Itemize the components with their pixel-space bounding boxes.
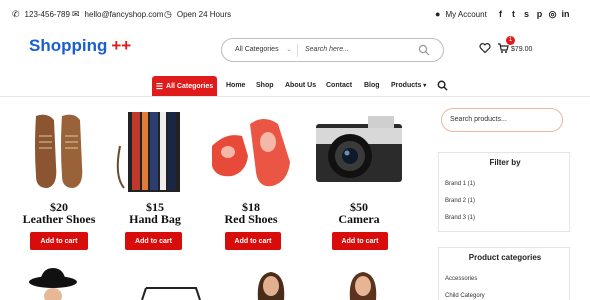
opening-hours: ◷ Open 24 Hours [164, 9, 232, 20]
email-contact[interactable]: ✉ hello@fancyshop.com [72, 9, 164, 20]
menu-icon: ☰ [155, 81, 164, 91]
top-bar: ✆ 123-456-789 ✉ hello@fancyshop.com ◷ Op… [0, 0, 590, 30]
skype-icon[interactable]: s [520, 9, 533, 20]
product-image-leather-shoes[interactable] [14, 106, 104, 196]
logo-text: Shopping [29, 36, 108, 55]
add-to-cart-button[interactable]: Add to cart [30, 232, 88, 250]
nav-link-products[interactable]: Products ▾ [391, 82, 426, 89]
product-image-model[interactable] [254, 270, 288, 300]
filter-by-title: Filter by [489, 158, 521, 167]
nav-link-blog[interactable]: Blog [364, 82, 380, 89]
phone-icon: ✆ [12, 9, 20, 19]
nav-link-about-us[interactable]: About Us [285, 82, 316, 89]
nav-link-contact[interactable]: Contact [326, 82, 352, 89]
envelope-icon: ✉ [72, 9, 80, 19]
hours-text: Open 24 Hours [176, 10, 232, 19]
linkedin-icon[interactable]: in [559, 9, 572, 20]
search-icon[interactable] [437, 80, 448, 91]
product-categories-panel: Product categories Accessories Child Cat… [438, 247, 570, 300]
product-name[interactable]: Red Shoes [206, 212, 296, 227]
search-icon[interactable] [418, 44, 430, 56]
cart-count-badge: 1 [506, 36, 515, 45]
search-input[interactable]: Search here... [305, 46, 349, 53]
twitter-icon[interactable]: t [507, 9, 520, 20]
product-image-camera[interactable] [314, 106, 404, 196]
category-item-child-category[interactable]: Child Category [445, 293, 485, 299]
instagram-icon[interactable]: ◎ [546, 9, 559, 20]
nav-link-home[interactable]: Home [226, 82, 245, 89]
phone-number: 123-456-789 [24, 10, 70, 19]
all-categories-label: All Categories [166, 82, 214, 90]
category-item-accessories[interactable]: Accessories [445, 276, 477, 282]
nav-link-shop[interactable]: Shop [256, 82, 274, 89]
cart-total[interactable]: $79.00 [511, 46, 532, 53]
add-to-cart-button[interactable]: Add to cart [225, 232, 281, 250]
search-divider [297, 44, 298, 57]
chevron-down-icon: ▾ [423, 83, 427, 89]
product-name[interactable]: Leather Shoes [14, 212, 104, 227]
site-logo[interactable]: Shopping ++ [29, 36, 131, 56]
pinterest-icon[interactable]: p [533, 9, 546, 20]
my-account-link[interactable]: ● My Account [435, 9, 487, 20]
product-image-red-shoes[interactable] [206, 106, 296, 196]
filter-item-brand-1[interactable]: Brand 1 (1) [445, 181, 475, 187]
logo-suffix: ++ [111, 36, 132, 55]
product-search-field[interactable]: Search products... [441, 108, 563, 132]
chevron-down-icon[interactable]: ⌄ [286, 45, 292, 53]
clock-icon: ◷ [164, 9, 172, 19]
filter-item-brand-2[interactable]: Brand 2 (1) [445, 198, 475, 204]
product-card[interactable]: $18 Red Shoes Add to cart [206, 106, 296, 252]
social-links: f t s p ◎ in [494, 9, 572, 20]
product-card[interactable]: $50 Camera Add to cart [314, 106, 404, 252]
phone-contact[interactable]: ✆ 123-456-789 [12, 9, 70, 20]
filter-by-panel: Filter by Brand 1 (1) Brand 2 (1) Brand … [438, 152, 570, 232]
product-image-model[interactable] [346, 270, 380, 300]
product-name[interactable]: Hand Bag [110, 212, 200, 227]
products-label: Products [391, 82, 422, 89]
product-card[interactable]: $15 Hand Bag Add to cart [110, 106, 200, 252]
user-icon: ● [435, 9, 441, 19]
email-address: hello@fancyshop.com [84, 10, 164, 19]
my-account-label: My Account [445, 10, 487, 19]
product-categories-title: Product categories [468, 253, 542, 262]
filter-item-brand-3[interactable]: Brand 3 (1) [445, 215, 475, 221]
add-to-cart-button[interactable]: Add to cart [332, 232, 388, 250]
facebook-icon[interactable]: f [494, 9, 507, 20]
add-to-cart-button[interactable]: Add to cart [125, 232, 182, 250]
product-image-hat[interactable] [28, 268, 78, 300]
product-image-hand-bag[interactable] [110, 106, 200, 196]
main-navigation: ☰ All Categories Home Shop About Us Cont… [0, 74, 590, 97]
category-select[interactable]: All Categories [235, 46, 279, 53]
product-card[interactable]: $20 Leather Shoes Add to cart [14, 106, 104, 252]
product-name[interactable]: Camera [314, 212, 404, 227]
product-search-placeholder: Search products... [450, 116, 507, 123]
wishlist-heart-icon[interactable] [479, 42, 491, 54]
all-categories-button[interactable]: ☰ All Categories [152, 76, 217, 96]
product-image-laptop[interactable] [140, 286, 202, 300]
header-search-bar: All Categories ⌄ Search here... [221, 38, 444, 62]
